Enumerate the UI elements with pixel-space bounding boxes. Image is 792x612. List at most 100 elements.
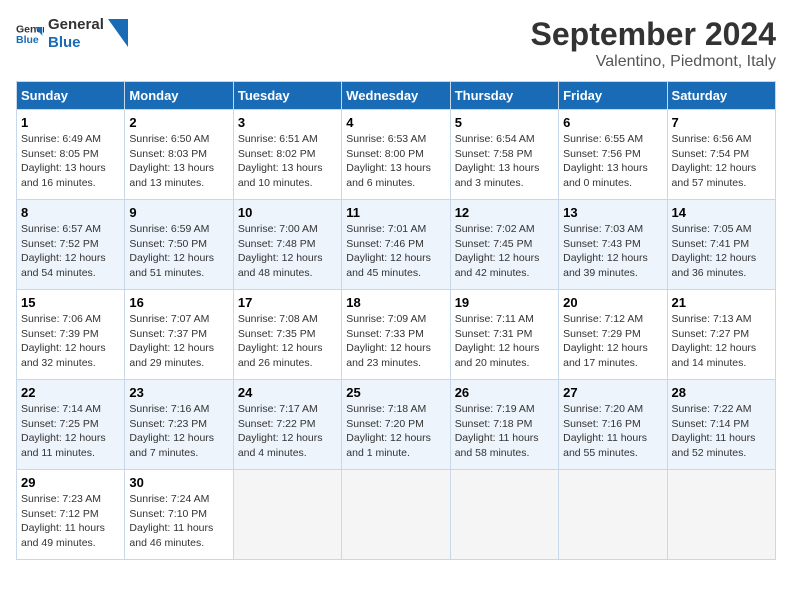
cell-content: Sunrise: 7:19 AMSunset: 7:18 PMDaylight:… (455, 402, 554, 461)
day-header-wednesday: Wednesday (342, 82, 450, 110)
calendar-cell: 30 Sunrise: 7:24 AMSunset: 7:10 PMDayligh… (125, 470, 233, 560)
week-row-1: 1 Sunrise: 6:49 AMSunset: 8:05 PMDaylight… (17, 110, 776, 200)
day-number: 16 (129, 295, 228, 310)
day-header-saturday: Saturday (667, 82, 775, 110)
calendar-header-row: SundayMondayTuesdayWednesdayThursdayFrid… (17, 82, 776, 110)
calendar-cell: 13 Sunrise: 7:03 AMSunset: 7:43 PMDayligh… (559, 200, 667, 290)
week-row-2: 8 Sunrise: 6:57 AMSunset: 7:52 PMDaylight… (17, 200, 776, 290)
calendar-cell: 9 Sunrise: 6:59 AMSunset: 7:50 PMDaylight… (125, 200, 233, 290)
day-number: 29 (21, 475, 120, 490)
day-header-sunday: Sunday (17, 82, 125, 110)
cell-content: Sunrise: 6:49 AMSunset: 8:05 PMDaylight:… (21, 132, 120, 191)
day-number: 28 (672, 385, 771, 400)
calendar-cell: 2Sunrise: 6:50 AMSunset: 8:03 PMDaylight… (125, 110, 233, 200)
calendar-cell: 19Sunrise: 7:11 AMSunset: 7:31 PMDayligh… (450, 290, 558, 380)
logo-line2: Blue (48, 34, 104, 52)
day-number: 11 (346, 205, 445, 220)
day-header-monday: Monday (125, 82, 233, 110)
cell-content: Sunrise: 6:54 AMSunset: 7:58 PMDaylight:… (455, 132, 554, 191)
cell-content: Sunrise: 7:02 AMSunset: 7:45 PMDaylight:… (455, 222, 554, 281)
cell-content: Sunrise: 7:05 AMSunset: 7:41 PMDaylight:… (672, 222, 771, 281)
cell-content: Sunrise: 7:16 AMSunset: 7:23 PMDaylight:… (129, 402, 228, 461)
day-number: 30 (129, 475, 228, 490)
day-number: 1 (21, 115, 120, 130)
day-number: 12 (455, 205, 554, 220)
cell-content: Sunrise: 6:50 AMSunset: 8:03 PMDaylight:… (129, 132, 228, 191)
location-subtitle: Valentino, Piedmont, Italy (531, 53, 776, 71)
calendar-cell: 16 Sunrise: 7:07 AMSunset: 7:37 PMDayligh… (125, 290, 233, 380)
calendar-cell: 10Sunrise: 7:00 AMSunset: 7:48 PMDayligh… (233, 200, 341, 290)
calendar-cell: 4 Sunrise: 6:53 AMSunset: 8:00 PMDaylight… (342, 110, 450, 200)
day-number: 9 (129, 205, 228, 220)
day-number: 3 (238, 115, 337, 130)
calendar-cell (667, 470, 775, 560)
cell-content: Sunrise: 7:18 AMSunset: 7:20 PMDaylight:… (346, 402, 445, 461)
week-row-5: 29 Sunrise: 7:23 AMSunset: 7:12 PMDayligh… (17, 470, 776, 560)
logo-arrow-icon (108, 19, 128, 49)
logo-line1: General (48, 16, 104, 34)
day-header-friday: Friday (559, 82, 667, 110)
calendar-cell: 18Sunrise: 7:09 AMSunset: 7:33 PMDayligh… (342, 290, 450, 380)
day-number: 7 (672, 115, 771, 130)
day-number: 15 (21, 295, 120, 310)
cell-content: Sunrise: 6:51 AMSunset: 8:02 PMDaylight:… (238, 132, 337, 191)
calendar-cell: 25 Sunrise: 7:18 AMSunset: 7:20 PMDayligh… (342, 380, 450, 470)
day-number: 8 (21, 205, 120, 220)
day-number: 26 (455, 385, 554, 400)
calendar-cell: 14 Sunrise: 7:05 AMSunset: 7:41 PMDayligh… (667, 200, 775, 290)
calendar-cell: 12 Sunrise: 7:02 AMSunset: 7:45 PMDayligh… (450, 200, 558, 290)
day-number: 19 (455, 295, 554, 310)
cell-content: Sunrise: 7:01 AMSunset: 7:46 PMDaylight:… (346, 222, 445, 281)
cell-content: Sunrise: 6:59 AMSunset: 7:50 PMDaylight:… (129, 222, 228, 281)
calendar-cell: 26 Sunrise: 7:19 AMSunset: 7:18 PMDayligh… (450, 380, 558, 470)
day-number: 4 (346, 115, 445, 130)
day-number: 21 (672, 295, 771, 310)
cell-content: Sunrise: 7:06 AMSunset: 7:39 PMDaylight:… (21, 312, 120, 371)
cell-content: Sunrise: 7:12 AMSunset: 7:29 PMDaylight:… (563, 312, 662, 371)
cell-content: Sunrise: 7:08 AMSunset: 7:35 PMDaylight:… (238, 312, 337, 371)
calendar-cell: 24 Sunrise: 7:17 AMSunset: 7:22 PMDayligh… (233, 380, 341, 470)
calendar-cell: 20Sunrise: 7:12 AMSunset: 7:29 PMDayligh… (559, 290, 667, 380)
calendar-cell: 22 Sunrise: 7:14 AMSunset: 7:25 PMDayligh… (17, 380, 125, 470)
calendar-cell: 15 Sunrise: 7:06 AMSunset: 7:39 PMDayligh… (17, 290, 125, 380)
cell-content: Sunrise: 7:17 AMSunset: 7:22 PMDaylight:… (238, 402, 337, 461)
calendar-cell (450, 470, 558, 560)
svg-text:Blue: Blue (16, 34, 39, 46)
calendar-cell (342, 470, 450, 560)
cell-content: Sunrise: 7:13 AMSunset: 7:27 PMDaylight:… (672, 312, 771, 371)
day-number: 17 (238, 295, 337, 310)
cell-content: Sunrise: 7:24 AMSunset: 7:10 PMDaylight:… (129, 492, 228, 551)
cell-content: Sunrise: 7:23 AMSunset: 7:12 PMDaylight:… (21, 492, 120, 551)
day-number: 13 (563, 205, 662, 220)
day-number: 27 (563, 385, 662, 400)
calendar-table: SundayMondayTuesdayWednesdayThursdayFrid… (16, 81, 776, 560)
calendar-cell: 21 Sunrise: 7:13 AMSunset: 7:27 PMDayligh… (667, 290, 775, 380)
cell-content: Sunrise: 6:53 AMSunset: 8:00 PMDaylight:… (346, 132, 445, 191)
calendar-cell: 28 Sunrise: 7:22 AMSunset: 7:14 PMDayligh… (667, 380, 775, 470)
cell-content: Sunrise: 7:03 AMSunset: 7:43 PMDaylight:… (563, 222, 662, 281)
cell-content: Sunrise: 7:07 AMSunset: 7:37 PMDaylight:… (129, 312, 228, 371)
cell-content: Sunrise: 7:22 AMSunset: 7:14 PMDaylight:… (672, 402, 771, 461)
day-number: 6 (563, 115, 662, 130)
calendar-cell: 5Sunrise: 6:54 AMSunset: 7:58 PMDaylight… (450, 110, 558, 200)
calendar-cell: 8 Sunrise: 6:57 AMSunset: 7:52 PMDaylight… (17, 200, 125, 290)
title-area: September 2024 Valentino, Piedmont, Ital… (531, 16, 776, 71)
day-number: 25 (346, 385, 445, 400)
calendar-cell: 17 Sunrise: 7:08 AMSunset: 7:35 PMDayligh… (233, 290, 341, 380)
cell-content: Sunrise: 6:55 AMSunset: 7:56 PMDaylight:… (563, 132, 662, 191)
calendar-cell: 29 Sunrise: 7:23 AMSunset: 7:12 PMDayligh… (17, 470, 125, 560)
cell-content: Sunrise: 7:14 AMSunset: 7:25 PMDaylight:… (21, 402, 120, 461)
cell-content: Sunrise: 7:00 AMSunset: 7:48 PMDaylight:… (238, 222, 337, 281)
cell-content: Sunrise: 6:57 AMSunset: 7:52 PMDaylight:… (21, 222, 120, 281)
logo-icon: General Blue (16, 20, 44, 48)
day-number: 22 (21, 385, 120, 400)
week-row-4: 22 Sunrise: 7:14 AMSunset: 7:25 PMDayligh… (17, 380, 776, 470)
calendar-cell (559, 470, 667, 560)
day-header-tuesday: Tuesday (233, 82, 341, 110)
day-number: 14 (672, 205, 771, 220)
calendar-cell: 7Sunrise: 6:56 AMSunset: 7:54 PMDaylight… (667, 110, 775, 200)
calendar-cell: 1 Sunrise: 6:49 AMSunset: 8:05 PMDaylight… (17, 110, 125, 200)
day-number: 24 (238, 385, 337, 400)
cell-content: Sunrise: 7:20 AMSunset: 7:16 PMDaylight:… (563, 402, 662, 461)
calendar-cell: 23Sunrise: 7:16 AMSunset: 7:23 PMDayligh… (125, 380, 233, 470)
